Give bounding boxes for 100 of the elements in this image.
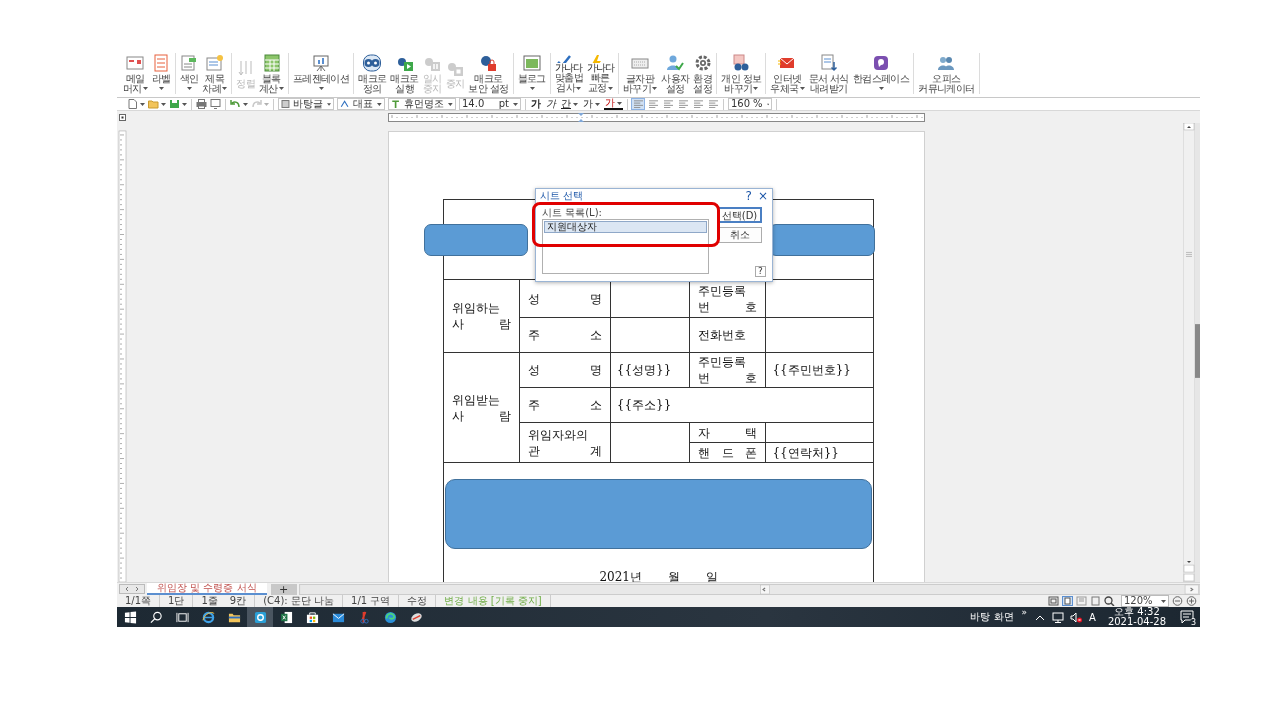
format-button[interactable]: 간 — [560, 99, 579, 109]
caret-icon — [182, 102, 187, 106]
zoom-field[interactable]: 120% — [1121, 595, 1169, 607]
ribbon-button[interactable]: 프레젠테이션 — [291, 53, 351, 94]
format-button[interactable]: 가 — [582, 99, 601, 109]
list-item[interactable]: 지원대상자 — [544, 221, 707, 233]
caret-icon — [1161, 599, 1166, 603]
shopping-bag-icon — [305, 610, 319, 624]
gear-icon — [693, 53, 712, 72]
ribbon-button[interactable]: 매크로 보안 설정 — [467, 53, 510, 94]
table-cell: 2021년 월 일 — [443, 462, 874, 582]
ribbon-button[interactable]: 가나다 빠른 교정 — [585, 53, 615, 94]
table-cell: {{주소}} — [610, 387, 874, 423]
undo-icon — [230, 99, 241, 109]
view-mode-icon[interactable] — [1048, 596, 1059, 606]
ribbon-button[interactable]: 개인 정보 바꾸기 — [720, 53, 763, 94]
align-button[interactable] — [707, 99, 719, 109]
document-icon — [205, 53, 224, 72]
align-button[interactable] — [692, 99, 704, 109]
dropdown-field[interactable]: 대표 — [337, 98, 385, 110]
ribbon-button[interactable]: 라벨 — [150, 53, 172, 94]
status-text: 1줄 — [201, 594, 218, 608]
caret-icon — [159, 87, 165, 90]
ribbon-button[interactable]: 매크로 정의 — [357, 53, 388, 94]
style-icon — [281, 99, 290, 109]
speaker-muted-icon[interactable] — [1070, 611, 1083, 623]
table-cell: 주 소 — [519, 387, 611, 423]
spin-field[interactable]: 160 % — [728, 98, 772, 110]
more-button[interactable]: » — [1017, 607, 1032, 617]
calculator-icon — [262, 53, 281, 72]
ribbon-button[interactable]: 글자판 바꾸기 — [621, 53, 659, 94]
notification-icon[interactable] — [1180, 610, 1194, 624]
ribbon-button[interactable]: 블로그 — [516, 53, 547, 94]
sheet-list[interactable]: 지원대상자 — [542, 219, 709, 274]
save-icon — [169, 99, 180, 109]
easel-icon — [312, 53, 331, 72]
tab-navigation-icon[interactable] — [119, 584, 145, 594]
folder-button[interactable] — [148, 98, 166, 110]
spin-value: 14.0 — [462, 99, 486, 109]
add-tab-button[interactable]: + — [270, 583, 297, 595]
input-method-indicator[interactable]: A — [1085, 611, 1100, 623]
ribbon-button[interactable]: 블록 계산 — [258, 53, 285, 94]
status-text: (C4): 문단 나눔 — [263, 594, 335, 608]
view-mode-icon[interactable] — [1062, 596, 1073, 606]
ribbon-button[interactable]: 매크로 실행 — [389, 53, 420, 94]
save-button[interactable] — [169, 98, 187, 110]
scrollbar-drawing[interactable] — [298, 583, 1200, 595]
sort-icon — [236, 58, 255, 77]
ribbon-button[interactable]: 사용자 설정 — [660, 53, 691, 94]
taskbar-button[interactable] — [247, 607, 273, 627]
ribbon-button[interactable]: 메일 머지 — [122, 53, 149, 94]
monitor-button[interactable] — [210, 98, 221, 110]
align-icon — [708, 100, 718, 108]
caret-icon — [766, 102, 769, 106]
spreadsheet-icon — [279, 610, 293, 624]
ribbon-button[interactable]: 문서 서식 내려받기 — [807, 53, 850, 94]
caret-icon — [161, 102, 166, 106]
clock-date[interactable]: 2021-04-28 — [1107, 617, 1166, 627]
zoom-icon[interactable] — [1104, 596, 1115, 606]
caret-icon — [264, 102, 269, 106]
chat-icon — [871, 53, 890, 72]
network-icon[interactable] — [1052, 611, 1065, 623]
envelope-icon — [126, 53, 145, 72]
dropdown-field[interactable]: 휴먼명조 — [388, 98, 456, 110]
spin-field[interactable]: 14.0 pt — [459, 98, 521, 110]
help-button[interactable]: ? — [745, 190, 752, 202]
align-icon — [648, 100, 658, 108]
align-button[interactable] — [662, 99, 674, 109]
align-button[interactable] — [677, 99, 689, 109]
close-button[interactable]: × — [757, 190, 768, 202]
table-cell: 자 택 — [689, 422, 766, 443]
format-button[interactable]: 가 — [545, 99, 557, 109]
dialog-button[interactable]: 선택(D) — [717, 207, 762, 223]
table-cell: 성 명 — [519, 352, 611, 388]
sheet-tab[interactable]: 위임장 및 수령증 서식 — [147, 583, 267, 595]
caret-icon — [377, 102, 382, 106]
ruler-toggle-icon[interactable] — [119, 113, 126, 121]
format-button[interactable]: 가 — [530, 99, 542, 109]
ribbon-button[interactable]: 환경 설정 — [692, 53, 714, 94]
dialog-button[interactable]: 취소 — [717, 227, 762, 243]
printer-button[interactable] — [196, 98, 207, 110]
zoom-in-icon[interactable] — [1186, 596, 1197, 606]
ribbon-button[interactable]: 제목 차례 — [201, 53, 229, 94]
ribbon-button[interactable]: 색인 — [178, 53, 200, 94]
scrollbar-drawing[interactable] — [1183, 123, 1200, 582]
document-button[interactable] — [127, 98, 145, 110]
undo-button[interactable] — [230, 98, 248, 110]
help-button[interactable]: ? — [755, 266, 766, 277]
dropdown-field[interactable]: 바탕글 — [278, 98, 334, 110]
mail-icon — [331, 610, 345, 624]
desktop-toolbar-label[interactable]: 바탕 화면 — [966, 610, 1018, 624]
clock-time[interactable]: 오후 4:32 — [1114, 607, 1160, 617]
document-icon — [180, 53, 199, 72]
caret-icon — [573, 102, 578, 106]
align-button[interactable] — [647, 99, 659, 109]
zoom-out-icon[interactable] — [1172, 596, 1183, 606]
ribbon-button[interactable]: 한컴스페이스 — [851, 53, 911, 94]
ribbon-button[interactable]: 가나다 맞춤법 검사 — [553, 53, 584, 94]
ribbon-button[interactable]: 인터넷 우체국 — [769, 53, 806, 94]
ribbon-button[interactable]: 오피스 커뮤니케이터 — [917, 53, 976, 94]
